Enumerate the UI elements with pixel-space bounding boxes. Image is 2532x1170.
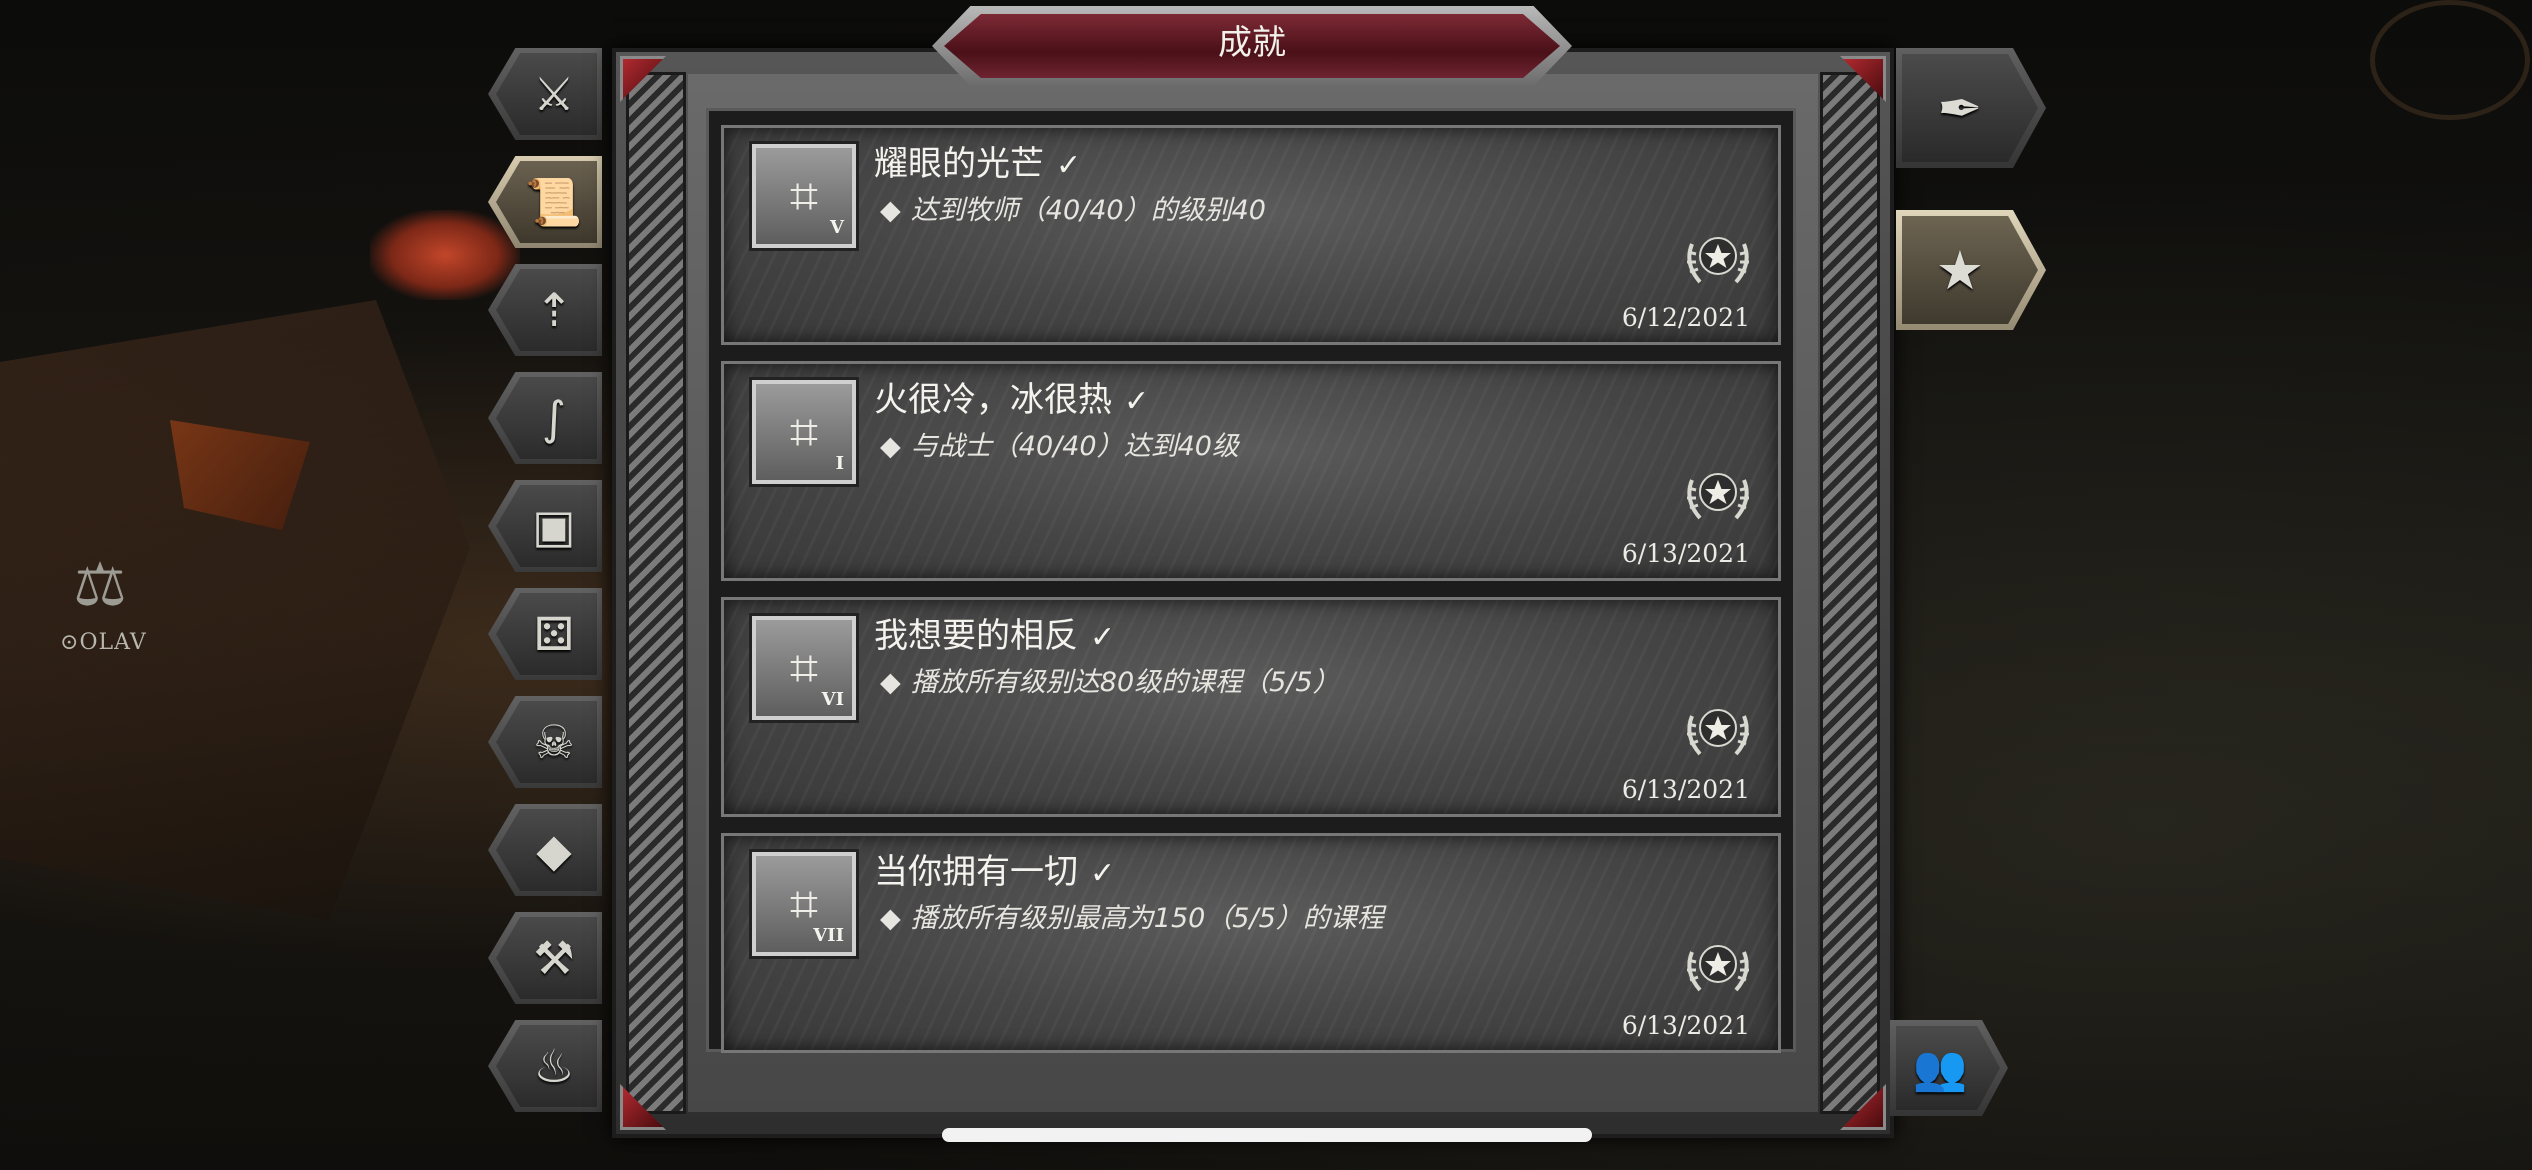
achievement-date: 6/12/2021 [1621,303,1750,332]
diamond-bullet-icon: ◆ [880,195,901,226]
checkmark-icon: ✓ [1090,856,1116,891]
achievement-description: ◆ 与战士（40/40）达到40级 [880,431,1239,462]
scroll-icon: ⌗ [789,875,819,933]
page-title: 成就 [1218,23,1286,63]
tab-serpent[interactable]: ∫ [488,372,602,464]
diamond-bullet-icon: ◆ [880,667,901,698]
achievement-tier: I [835,453,844,474]
scroll-icon: 📜 [525,175,583,229]
scroll-icon: ⌗ [789,403,819,461]
achievement-scroll-icon: ⌗ V [752,144,856,248]
party-icon: 👥 [1912,1043,1968,1094]
tab-chest[interactable]: ▣ [488,480,602,572]
diamond-bullet-icon: ◆ [880,431,901,462]
npc-name-label: ⊙OLAV [60,630,147,655]
achievement-tier: VII [813,925,844,946]
celtic-knot-border-left [626,72,686,1114]
laurel-star-icon [1687,473,1749,520]
achievement-item[interactable]: ⌗ V 耀眼的光芒 ✓ ◆ 达到牧师（40/40）的级别40 6/12/2021 [721,125,1781,345]
gem-icon: ◆ [536,823,572,877]
home-indicator[interactable] [942,1128,1592,1142]
achievement-list[interactable]: ⌗ V 耀眼的光芒 ✓ ◆ 达到牧师（40/40）的级别40 6/12/2021 ⌗… [706,108,1796,1053]
dice-icon: ⚄ [534,607,574,661]
cauldron-icon: ♨ [533,1039,575,1093]
demon-skull-icon: ☠ [533,715,575,769]
achievement-scroll-icon: ⌗ I [752,380,856,484]
tab-sword[interactable]: ⚔ [488,48,602,140]
tab-winged-arrow[interactable]: ⇡ [488,264,602,356]
laurel-star-icon [1687,709,1749,756]
laurel-star-icon [1687,237,1749,284]
tab-demon-skull[interactable]: ☠ [488,696,602,788]
serpent-icon: ∫ [542,391,566,445]
tab-party[interactable]: 👥 [1890,1020,2008,1116]
achievement-title: 当你拥有一切 ✓ [874,852,1116,892]
achievement-tier: VI [821,689,844,710]
achievement-title: 我想要的相反 ✓ [874,616,1116,656]
achievement-description: ◆ 播放所有级别达80级的课程（5/5） [880,667,1340,698]
tab-gem[interactable]: ◆ [488,804,602,896]
checkmark-icon: ✓ [1056,148,1082,183]
crossed-hammers-icon: ⚒ [533,931,575,985]
achievement-date: 6/13/2021 [1621,1011,1750,1040]
tab-journal[interactable]: ✒ [1896,48,2046,168]
achievement-item[interactable]: ⌗ VII 当你拥有一切 ✓ ◆ 播放所有级别最高为150（5/5）的课程 6/13… [721,833,1781,1053]
achievement-date: 6/13/2021 [1621,775,1750,804]
tab-cauldron[interactable]: ♨ [488,1020,602,1112]
achievement-description: ◆ 达到牧师（40/40）的级别40 [880,195,1266,226]
scale-icon[interactable]: ⚖ [45,545,155,625]
scroll-icon: ⌗ [789,639,819,697]
tab-achievements[interactable]: ★ [1896,210,2046,330]
background-wagon-wheel [2370,0,2530,120]
tab-dice[interactable]: ⚄ [488,588,602,680]
checkmark-icon: ✓ [1090,620,1116,655]
diamond-bullet-icon: ◆ [880,903,901,934]
achievement-date: 6/13/2021 [1621,539,1750,568]
achievement-scroll-icon: ⌗ VII [752,852,856,956]
achievement-description: ◆ 播放所有级别最高为150（5/5）的课程 [880,903,1384,934]
tab-crossed-hammers[interactable]: ⚒ [488,912,602,1004]
sword-icon: ⚔ [533,67,575,121]
laurel-star-icon: ★ [1935,238,1985,302]
achievement-item[interactable]: ⌗ VI 我想要的相反 ✓ ◆ 播放所有级别达80级的课程（5/5） 6/13/20… [721,597,1781,817]
quill-icon: ✒ [1937,76,1983,140]
checkmark-icon: ✓ [1124,384,1150,419]
achievement-tier: V [830,217,844,238]
achievement-item[interactable]: ⌗ I 火很冷，冰很热 ✓ ◆ 与战士（40/40）达到40级 6/13/2021 [721,361,1781,581]
left-category-tabs: ⚔ 📜 ⇡ ∫ ▣ ⚄ ☠ ◆ ⚒ ♨ [488,48,606,1128]
scroll-icon: ⌗ [789,167,819,225]
achievement-scroll-icon: ⌗ VI [752,616,856,720]
winged-arrow-icon: ⇡ [534,283,574,337]
achievement-title: 耀眼的光芒 ✓ [874,144,1082,184]
chest-icon: ▣ [532,499,576,553]
achievement-title: 火很冷，冰很热 ✓ [874,380,1150,420]
tab-scroll[interactable]: 📜 [488,156,602,248]
celtic-knot-border-right [1820,72,1880,1114]
laurel-star-icon [1687,945,1749,992]
